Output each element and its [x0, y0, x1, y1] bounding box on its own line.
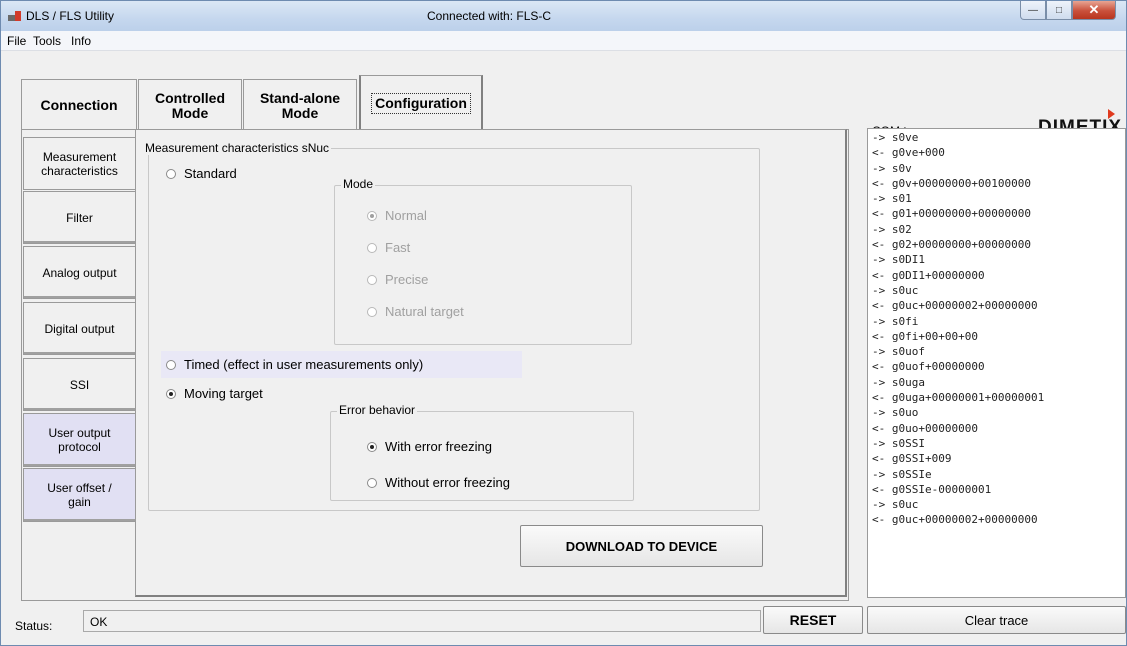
trace-line: <- g0fi+00+00+00	[872, 329, 978, 343]
radio-mode-normal-dot	[367, 210, 377, 221]
radio-with-freezing-label: With error freezing	[385, 439, 492, 454]
status-field: OK	[83, 610, 761, 632]
trace-line: <- g0uof+00000000	[872, 360, 985, 374]
radio-timed-dot	[166, 359, 176, 370]
trace-line: <- g0SSIe-00000001	[872, 482, 992, 496]
sidetab-user-output-protocol[interactable]: User output protocol	[23, 413, 135, 467]
sidetab-analog-output[interactable]: Analog output	[23, 246, 135, 299]
tab-controlled-mode[interactable]: Controlled Mode	[138, 79, 242, 131]
radio-mode-fast-dot	[367, 242, 377, 253]
connection-status: Connected with: FLS-C	[427, 9, 552, 23]
tab-connection[interactable]: Connection	[21, 79, 137, 131]
minimize-button[interactable]: —	[1020, 1, 1046, 20]
trace-line: -> s02	[872, 222, 912, 236]
trace-line: -> s0DI1	[872, 253, 925, 267]
radio-mode-precise-label: Precise	[385, 272, 429, 287]
radio-mode-natural-dot	[367, 306, 377, 317]
radio-moving-target-label: Moving target	[184, 386, 263, 401]
menu-file[interactable]: File	[7, 34, 26, 48]
tab-standalone-mode-label: Stand-alone Mode	[259, 89, 341, 121]
download-to-device-button[interactable]: DOWNLOAD TO DEVICE	[520, 525, 763, 567]
menu-info[interactable]: Info	[71, 34, 91, 48]
sidetab-user-offset-gain[interactable]: User offset / gain	[23, 468, 135, 522]
trace-line: -> s0SSI	[872, 436, 925, 450]
radio-without-freezing-label: Without error freezing	[385, 475, 510, 490]
title-bar: DLS / FLS Utility Connected with: FLS-C …	[1, 1, 1126, 31]
radio-standard-dot	[166, 168, 176, 179]
trace-line: -> s0SSIe	[872, 467, 932, 481]
radio-timed[interactable]: Timed (effect in user measurements only)	[166, 357, 423, 372]
radio-moving-target[interactable]: Moving target	[166, 386, 263, 401]
trace-line: <- g0DI1+00000000	[872, 268, 985, 282]
radio-mode-precise-dot	[367, 274, 377, 285]
maximize-button[interactable]: □	[1046, 1, 1072, 20]
trace-line: <- g0uc+00000002+00000000	[872, 299, 1038, 313]
radio-mode-precise[interactable]: Precise	[367, 272, 428, 287]
trace-line: -> s0uo	[872, 406, 919, 420]
radio-with-freezing-dot	[367, 441, 377, 452]
trace-line: -> s0uga	[872, 375, 925, 389]
radio-mode-fast-label: Fast	[385, 240, 411, 255]
window-controls: — □ ✕	[1020, 1, 1116, 21]
sidetab-ssi[interactable]: SSI	[23, 358, 135, 411]
com-trace-log[interactable]: -> s0ve <- g0ve+000 -> s0v <- g0v+00000000+…	[867, 128, 1126, 598]
tab-configuration-label: Configuration	[371, 93, 471, 114]
window-title: DLS / FLS Utility	[26, 9, 115, 23]
menu-bar: File Tools Info	[1, 31, 1126, 51]
error-behavior-title: Error behavior	[337, 403, 418, 417]
trace-line: <- g0v+00000000+00100000	[872, 176, 1031, 190]
radio-standard-label: Standard	[184, 166, 237, 181]
trace-line: <- g0uc+00000002+00000000	[872, 513, 1038, 527]
sidetab-user-output-label: User output protocol	[48, 426, 111, 454]
sidetab-filter-label: Filter	[66, 210, 93, 225]
menu-tools[interactable]: Tools	[33, 34, 61, 48]
sidetab-digital-output[interactable]: Digital output	[23, 302, 135, 355]
radio-mode-normal[interactable]: Normal	[367, 208, 427, 223]
status-label: Status:	[15, 619, 53, 633]
logo-accent-icon	[1108, 109, 1115, 119]
tab-controlled-mode-label: Controlled Mode	[155, 89, 225, 121]
sidetab-user-offset-label: User offset / gain	[47, 481, 112, 509]
trace-line: <- g01+00000000+00000000	[872, 207, 1031, 221]
sidetab-digital-label: Digital output	[44, 321, 115, 336]
sidetab-measurement-characteristics[interactable]: Measurement characteristics	[23, 137, 135, 190]
reset-button[interactable]: RESET	[763, 606, 863, 634]
radio-moving-target-dot	[166, 388, 176, 399]
tab-configuration[interactable]: Configuration	[359, 75, 483, 131]
trace-line: <- g02+00000000+00000000	[872, 238, 1031, 252]
trace-line: <- g0SSI+009	[872, 452, 952, 466]
measurement-group-title: Measurement characteristics sNuc	[143, 141, 332, 155]
radio-mode-natural-target[interactable]: Natural target	[367, 304, 464, 319]
trace-line: -> s0uof	[872, 345, 925, 359]
trace-line: -> s0v	[872, 161, 912, 175]
clear-trace-button[interactable]: Clear trace	[867, 606, 1126, 634]
mode-group-title: Mode	[341, 177, 376, 191]
tab-connection-label: Connection	[40, 97, 118, 113]
radio-without-freezing-dot	[367, 477, 377, 488]
radio-with-error-freezing[interactable]: With error freezing	[367, 439, 492, 454]
radio-standard[interactable]: Standard	[166, 166, 237, 181]
trace-line: -> s0fi	[872, 314, 919, 328]
app-icon	[8, 11, 22, 21]
trace-line: <- g0ve+000	[872, 146, 945, 160]
sidetab-ssi-label: SSI	[69, 377, 90, 392]
sidetab-measurement-label: Measurement characteristics	[41, 149, 118, 178]
radio-mode-fast[interactable]: Fast	[367, 240, 410, 255]
trace-line: -> s0ve	[872, 131, 919, 144]
sidetab-filter[interactable]: Filter	[23, 191, 135, 244]
trace-line: -> s0uc	[872, 283, 919, 297]
close-button[interactable]: ✕	[1072, 1, 1116, 20]
trace-line: <- g0uo+00000000	[872, 421, 978, 435]
trace-line: -> s0uc	[872, 498, 919, 512]
trace-line: -> s01	[872, 192, 912, 206]
radio-mode-natural-label: Natural target	[385, 304, 464, 319]
radio-mode-normal-label: Normal	[385, 208, 427, 223]
sidetab-analog-label: Analog output	[42, 265, 117, 280]
radio-without-error-freezing[interactable]: Without error freezing	[367, 475, 510, 490]
trace-line: <- g0uga+00000001+00000001	[872, 391, 1045, 405]
radio-timed-label: Timed (effect in user measurements only)	[184, 357, 424, 372]
tab-standalone-mode[interactable]: Stand-alone Mode	[243, 79, 357, 131]
app-window: DLS / FLS Utility Connected with: FLS-C …	[0, 0, 1127, 646]
